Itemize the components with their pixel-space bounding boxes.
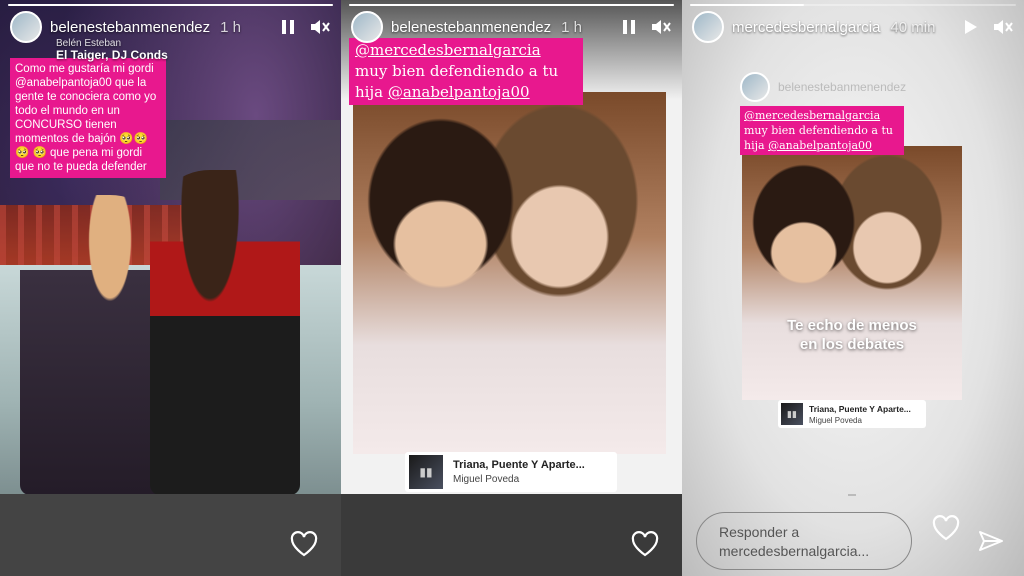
person-brunette bbox=[150, 170, 300, 495]
story-header: belenestebanmenendez 1 h bbox=[351, 10, 672, 44]
story-progress-fill bbox=[690, 4, 805, 6]
reshared-username[interactable]: belenestebanmenendez bbox=[778, 80, 906, 94]
story-caption: @mercedesbernalgarcia muy bien defendien… bbox=[740, 106, 904, 155]
heart-icon[interactable] bbox=[631, 531, 659, 562]
music-sticker[interactable]: ▮▮ Triana, Puente Y Aparte... Miguel Pov… bbox=[778, 400, 926, 428]
text-sticker: Te echo de menos en los debates bbox=[742, 316, 962, 354]
story-panel-3[interactable]: mercedesbernalgarcia 40 min belenesteban… bbox=[682, 0, 1024, 576]
story-progress-fill bbox=[349, 4, 674, 6]
reply-input[interactable]: Responder a mercedesbernalgarcia... bbox=[696, 512, 912, 570]
mention-link[interactable]: @anabelpantoja00 bbox=[388, 83, 530, 101]
story-music-subhead[interactable]: Belén Esteban El Taiger, DJ Conds bbox=[56, 38, 168, 62]
music-title: Triana, Puente Y Aparte... bbox=[453, 459, 585, 471]
story-progress-bar bbox=[349, 4, 674, 6]
story-username[interactable]: mercedesbernalgarcia bbox=[732, 19, 880, 36]
mention-link[interactable]: @anabelpantoja00 bbox=[768, 139, 872, 152]
selfie-photo bbox=[353, 92, 666, 454]
music-artist: Miguel Poveda bbox=[809, 415, 862, 425]
sticker-line: Te echo de menos bbox=[787, 317, 917, 334]
story-caption: @mercedesbernalgarcia muy bien defendien… bbox=[349, 38, 583, 105]
music-title: Triana, Puente Y Aparte... bbox=[809, 403, 911, 414]
heart-icon[interactable] bbox=[290, 531, 318, 562]
sticker-line: en los debates bbox=[799, 336, 905, 353]
story-time: 1 h bbox=[561, 18, 582, 36]
story-caption: Como me gustaría mi gordi @anabelpantoja… bbox=[10, 58, 166, 178]
story-progress-fill bbox=[8, 4, 333, 6]
album-cover-icon: ▮▮ bbox=[409, 455, 443, 489]
selfie-photo bbox=[742, 146, 962, 400]
mute-icon[interactable] bbox=[650, 17, 672, 37]
heart-icon[interactable] bbox=[932, 515, 960, 546]
story-time: 1 h bbox=[220, 18, 241, 36]
story-panel-1[interactable]: belenestebanmenendez 1 h Belén Esteban E… bbox=[0, 0, 341, 576]
story-time: 40 min bbox=[890, 18, 936, 36]
music-sticker[interactable]: ▮▮ Triana, Puente Y Aparte... Miguel Pov… bbox=[405, 452, 617, 492]
mention-link[interactable]: @mercedesbernalgarcia bbox=[744, 109, 880, 122]
music-artist: Miguel Poveda bbox=[453, 474, 520, 485]
mute-icon[interactable] bbox=[992, 17, 1014, 37]
album-cover-icon: ▮▮ bbox=[781, 403, 803, 425]
story-header: mercedesbernalgarcia 40 min bbox=[692, 10, 1014, 44]
avatar[interactable] bbox=[10, 11, 42, 43]
send-icon[interactable] bbox=[978, 530, 1004, 559]
story-panel-2[interactable]: belenestebanmenendez 1 h @mercedesbernal… bbox=[341, 0, 682, 576]
subhead-music: El Taiger, DJ Conds bbox=[56, 48, 168, 62]
story-progress-bar bbox=[8, 4, 333, 6]
mute-icon[interactable] bbox=[309, 17, 331, 37]
person-blonde bbox=[20, 195, 170, 495]
scroll-indicator bbox=[848, 494, 856, 496]
avatar[interactable] bbox=[692, 11, 724, 43]
story-username[interactable]: belenestebanmenendez bbox=[50, 19, 210, 36]
avatar[interactable] bbox=[351, 11, 383, 43]
story-username[interactable]: belenestebanmenendez bbox=[391, 19, 551, 36]
pause-icon[interactable] bbox=[622, 19, 636, 35]
reshared-avatar[interactable] bbox=[740, 72, 770, 102]
pause-icon[interactable] bbox=[281, 19, 295, 35]
play-icon[interactable] bbox=[964, 19, 978, 35]
story-progress-bar bbox=[690, 4, 1016, 6]
